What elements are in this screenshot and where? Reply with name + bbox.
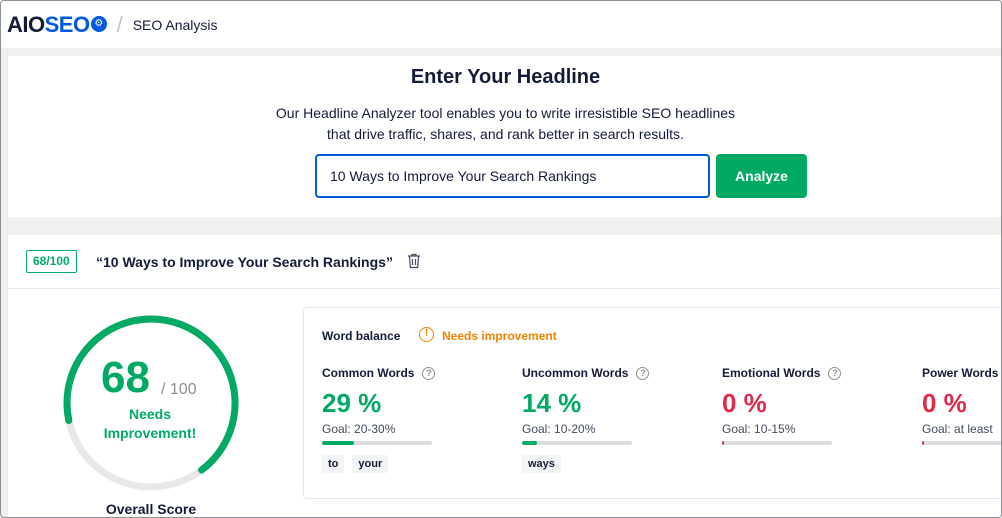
score-value: 68 [101, 353, 150, 402]
metric-goal: Goal: at least [922, 422, 993, 436]
warning-icon: ! [419, 327, 434, 342]
score-status-line-2: Improvement! [103, 425, 197, 441]
score-status: Needs Improvement! [78, 405, 222, 443]
analyze-button[interactable]: Analyze [716, 154, 807, 198]
gauge-progress-arc [63, 315, 239, 491]
metric-progress-bar [922, 441, 1001, 445]
trash-icon[interactable] [407, 253, 421, 269]
logo-aio-text: AIO [7, 11, 45, 37]
overall-score-label: Overall Score [105, 501, 197, 517]
metric-progress-bar [722, 441, 832, 445]
logo-gear-icon: ⚙ [90, 15, 107, 32]
metric-progress-bar [522, 441, 632, 445]
breadcrumb-current: SEO Analysis [132, 16, 218, 33]
metric-power-words: Power Words 0 % Goal: at least [922, 366, 1001, 445]
metric-title: Power Words [922, 366, 999, 380]
description-line-2: that drive traffic, shares, and rank bet… [327, 126, 684, 142]
word-chip: to [322, 455, 345, 473]
breadcrumb-separator: / [116, 11, 123, 37]
word-chips: ways [522, 455, 712, 473]
metric-value: 0 % [922, 388, 967, 418]
metric-value: 14 % [522, 388, 582, 418]
metric-goal: Goal: 20-30% [322, 422, 396, 436]
metric-value: 0 % [722, 388, 767, 418]
logo-seo-text: SEO [44, 11, 90, 37]
analysis-result-card: 68/100 “10 Ways to Improve Your Search R… [8, 235, 1001, 517]
description-line-1: Our Headline Analyzer tool enables you t… [275, 105, 736, 121]
word-balance-status: Needs improvement [442, 329, 557, 343]
metric-title: Emotional Words [722, 366, 821, 380]
metric-progress-fill [322, 441, 354, 445]
metric-progress-bar [322, 441, 432, 445]
score-max: / 100 [161, 381, 197, 398]
headline-input[interactable] [315, 154, 710, 198]
metric-title: Common Words [322, 366, 415, 380]
word-chip: your [352, 455, 389, 473]
word-balance-panel: Word balance ! Needs improvement Common … [303, 307, 1001, 499]
top-bar: AIO SEO ⚙ / SEO Analysis [1, 1, 1001, 48]
metric-uncommon-words: Uncommon Words? 14 % Goal: 10-20% ways [522, 366, 712, 473]
headline-title: Enter Your Headline [410, 66, 601, 88]
metric-emotional-words: Emotional Words? 0 % Goal: 10-15% [722, 366, 912, 445]
metric-goal: Goal: 10-15% [722, 422, 796, 436]
overall-score-gauge [63, 315, 239, 491]
analyzed-headline: “10 Ways to Improve Your Search Rankings… [96, 254, 393, 270]
metric-progress-fill [922, 441, 925, 445]
help-icon[interactable]: ? [828, 366, 842, 380]
help-icon[interactable]: ? [636, 366, 650, 380]
headline-input-card: Enter Your Headline Our Headline Analyze… [8, 56, 1001, 217]
help-icon[interactable]: ? [422, 366, 436, 380]
aioseo-logo[interactable]: AIO SEO ⚙ [7, 12, 107, 38]
word-chip: ways [522, 455, 561, 473]
score-status-line-1: Needs [128, 406, 172, 422]
metric-goal: Goal: 10-20% [522, 422, 596, 436]
score-badge: 68/100 [26, 250, 77, 273]
app-frame: AIO SEO ⚙ / SEO Analysis Enter Your Head… [0, 0, 1002, 518]
headline-description: Our Headline Analyzer tool enables you t… [8, 103, 1001, 145]
metric-progress-fill [522, 441, 538, 445]
result-header: 68/100 “10 Ways to Improve Your Search R… [8, 235, 1001, 289]
word-balance-label: Word balance [322, 329, 401, 343]
metric-title: Uncommon Words [522, 366, 629, 380]
metric-progress-fill [722, 441, 725, 445]
metric-value: 29 % [322, 388, 382, 418]
word-chips: to your [322, 455, 512, 473]
metric-common-words: Common Words? 29 % Goal: 20-30% to your [322, 366, 512, 473]
